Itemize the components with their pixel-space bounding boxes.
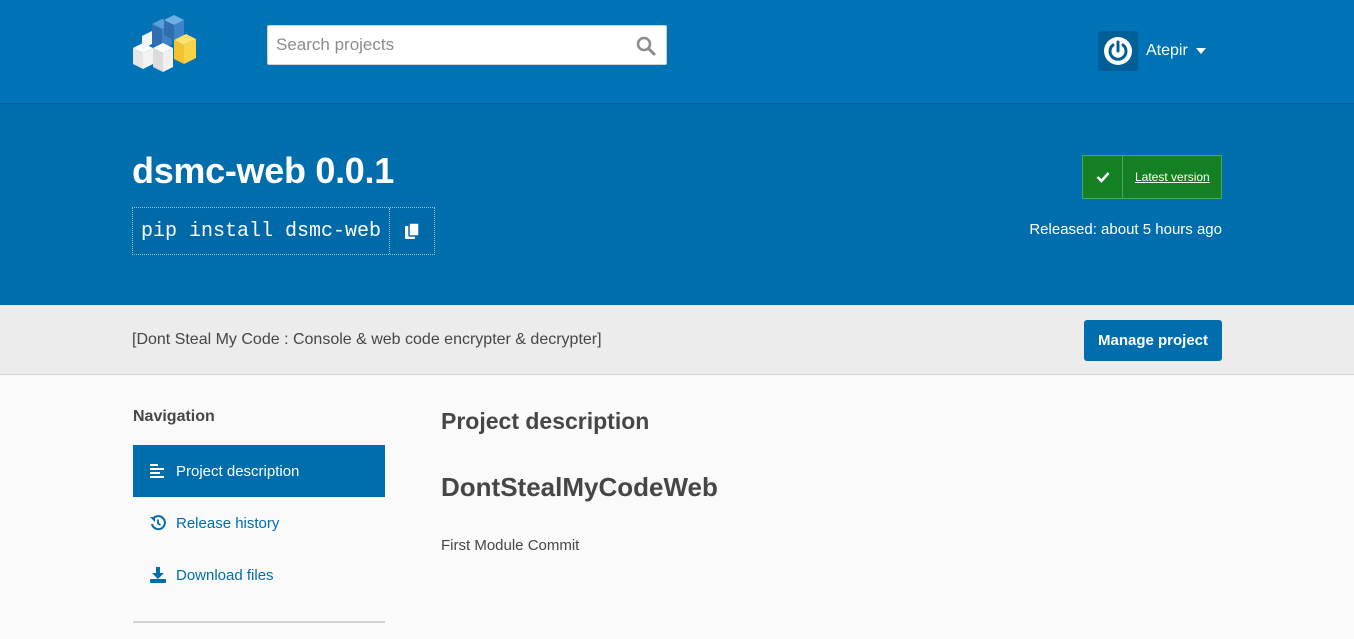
readme-heading: DontStealMyCodeWeb [441, 472, 718, 502]
chevron-down-icon[interactable] [1195, 48, 1206, 54]
navigation-title: Navigation [133, 408, 215, 425]
check-icon [1083, 156, 1123, 198]
top-header: Atepir [0, 0, 1354, 104]
history-icon [150, 515, 166, 531]
user-name[interactable]: Atepir [1146, 42, 1188, 60]
sidebar-item-label: Release history [176, 514, 280, 532]
readme-text: First Module Commit [441, 537, 580, 554]
align-left-icon [150, 463, 166, 479]
copy-icon [405, 222, 420, 239]
sidebar-item-label: Project description [176, 462, 300, 480]
sidebar-item-project-description[interactable]: Project description [133, 445, 385, 497]
sidebar-item-download-files[interactable]: Download files [133, 549, 385, 601]
sidebar-item-label: Download files [176, 566, 274, 584]
latest-version-badge[interactable]: Latest version [1082, 155, 1222, 199]
pip-install-box: pip install dsmc-web [132, 207, 436, 255]
divider [133, 621, 385, 623]
package-title: dsmc-web 0.0.1 [132, 150, 394, 191]
search-box[interactable] [267, 25, 667, 65]
copy-button[interactable] [389, 208, 434, 254]
avatar[interactable] [1098, 31, 1138, 71]
sidebar-item-release-history[interactable]: Release history [133, 497, 385, 549]
download-icon [150, 567, 166, 583]
package-banner [0, 104, 1354, 305]
release-date: Released: about 5 hours ago [1029, 221, 1222, 238]
manage-project-button[interactable]: Manage project [1084, 320, 1222, 361]
pip-command[interactable]: pip install dsmc-web [133, 208, 389, 254]
power-icon [1104, 37, 1132, 65]
package-summary: [Dont Steal My Code : Console & web code… [132, 331, 602, 348]
user-menu[interactable]: Atepir [1098, 31, 1206, 71]
pypi-logo-icon[interactable] [130, 14, 200, 74]
latest-version-link[interactable]: Latest version [1123, 156, 1210, 198]
search-input[interactable] [268, 26, 618, 64]
project-description-heading: Project description [441, 408, 650, 434]
search-icon[interactable] [636, 36, 656, 56]
